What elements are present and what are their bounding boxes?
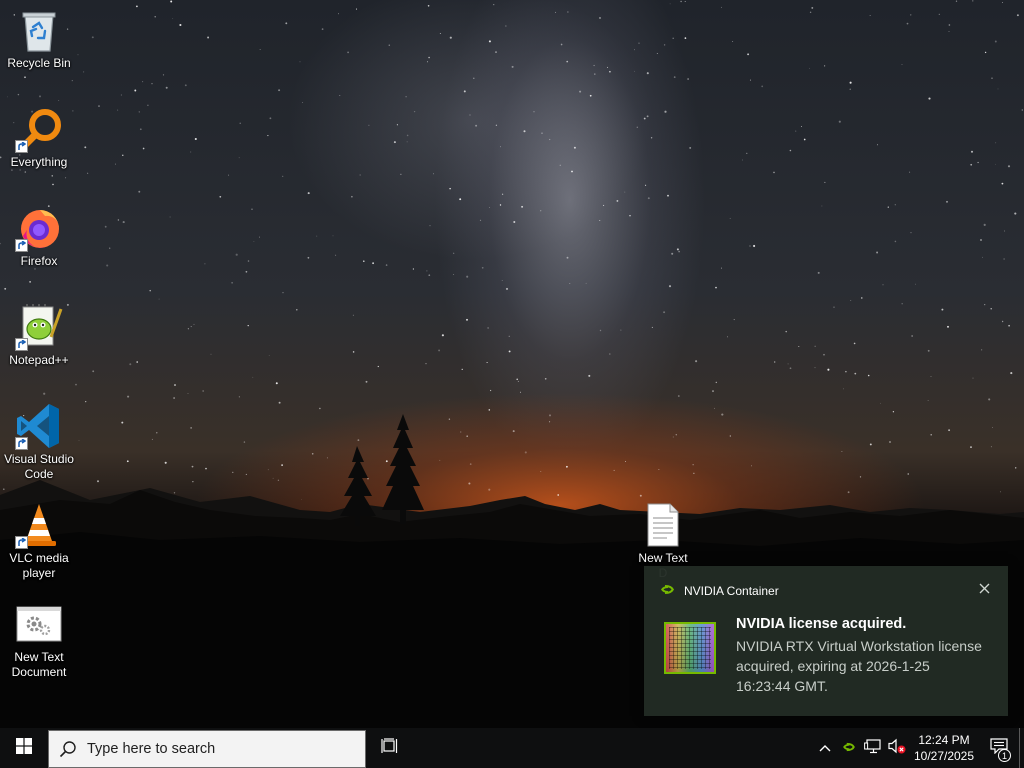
notification-count-badge: 1 (998, 749, 1011, 762)
desktop-icon-label: Notepad++ (9, 353, 69, 367)
desktop-icon-label: Recycle Bin (7, 56, 71, 70)
task-view-icon (381, 737, 399, 759)
shortcut-arrow-icon (15, 140, 28, 153)
notification-app-name: NVIDIA Container (684, 584, 779, 598)
desktop-icon-firefox[interactable]: Firefox (0, 204, 78, 269)
search-placeholder: Type here to search (87, 740, 216, 757)
close-icon (979, 581, 990, 599)
desktop-icon-vscode[interactable]: Visual Studio Code (0, 402, 78, 482)
notification-body: NVIDIA RTX Virtual Workstation license a… (736, 638, 982, 694)
desktop-icon-notepadplusplus[interactable]: Notepad++ (0, 303, 78, 368)
vscode-icon (15, 402, 63, 450)
nvidia-tray-icon (842, 739, 856, 757)
taskbar: Type here to search 12:24 PM 10/27/2025 … (0, 728, 1024, 768)
clock-button[interactable]: 12:24 PM 10/27/2025 (909, 728, 979, 768)
action-center-button[interactable]: 1 (979, 728, 1019, 768)
text-document-icon (639, 501, 687, 549)
notification-title: NVIDIA license acquired. (736, 616, 907, 632)
desktop-icon-recycle-bin[interactable]: Recycle Bin (0, 6, 78, 71)
recycle-bin-icon (15, 6, 63, 54)
system-tray: 12:24 PM 10/27/2025 1 (813, 728, 1024, 768)
settings-document-icon (15, 600, 63, 648)
taskbar-search-box[interactable]: Type here to search (48, 729, 366, 768)
desktop-icon-everything[interactable]: Everything (0, 105, 78, 170)
windows-logo-icon (16, 737, 32, 759)
show-desktop-button[interactable] (1019, 728, 1024, 768)
volume-muted-icon (888, 738, 906, 759)
desktop-icon-new-text-document-1[interactable]: New Text Document (0, 600, 78, 680)
close-button[interactable] (972, 578, 996, 602)
shortcut-arrow-icon (15, 437, 28, 450)
clock-time: 12:24 PM (918, 733, 970, 747)
nvidia-logo-icon (660, 582, 675, 600)
notification-header: NVIDIA Container (660, 582, 779, 600)
chevron-up-icon (819, 739, 831, 757)
network-icon (864, 738, 882, 759)
show-hidden-icons-button[interactable] (813, 728, 837, 768)
shortcut-arrow-icon (15, 239, 28, 252)
clock-date: 10/27/2025 (913, 749, 975, 763)
volume-button[interactable] (885, 728, 909, 768)
nvidia-gpu-icon (664, 622, 716, 674)
network-button[interactable] (861, 728, 885, 768)
task-view-button[interactable] (366, 728, 414, 768)
notepad-plus-plus-icon (15, 303, 63, 351)
firefox-icon (15, 204, 63, 252)
notification-toast[interactable]: NVIDIA Container NVIDIA license acquired… (644, 566, 1008, 716)
shortcut-arrow-icon (15, 338, 28, 351)
desktop-icon-label: VLC media player (9, 551, 69, 580)
desktop[interactable]: Recycle Bin Everything Firefox Notepad++… (0, 0, 1024, 728)
desktop-icon-label: Visual Studio Code (4, 452, 74, 481)
shortcut-arrow-icon (15, 536, 28, 549)
desktop-icon-label: Firefox (20, 254, 58, 268)
desktop-icon-label: New Text Document (11, 650, 67, 679)
vlc-icon (15, 501, 63, 549)
start-button[interactable] (0, 728, 48, 768)
nvidia-tray-button[interactable] (837, 728, 861, 768)
search-icon (49, 740, 87, 758)
desktop-icon-vlc[interactable]: VLC media player (0, 501, 78, 581)
desktop-icon-label: Everything (10, 155, 68, 169)
everything-search-icon (15, 105, 63, 153)
